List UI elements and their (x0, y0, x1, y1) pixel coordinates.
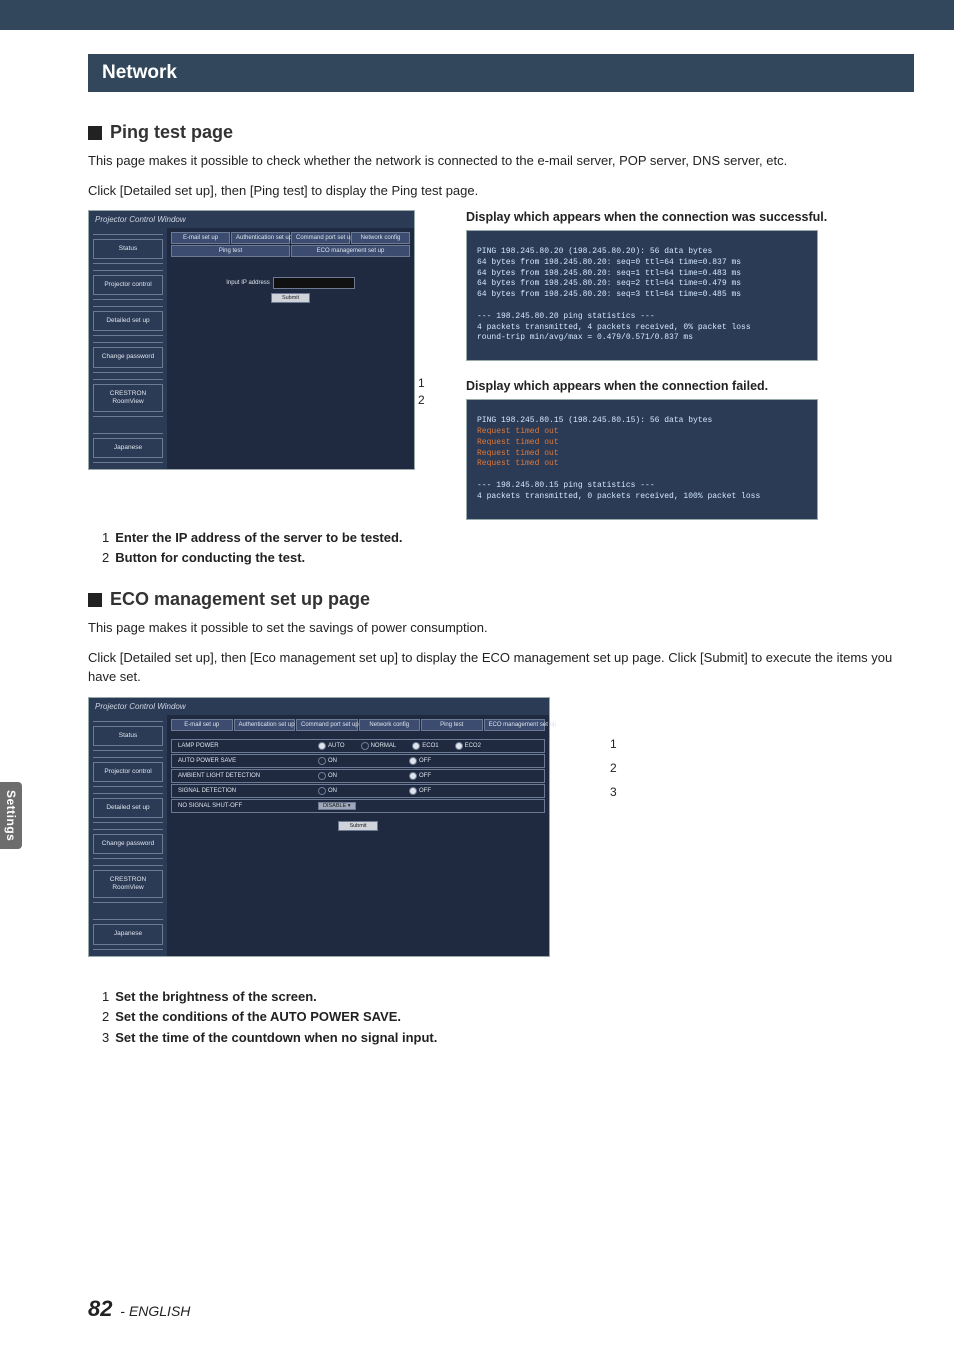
callout-2: 2 (418, 393, 425, 407)
sidebar-crestron[interactable]: CRESTRON RoomView (93, 384, 163, 412)
pcw-title-eco: Projector Control Window (89, 698, 549, 715)
ping-success-terminal: PING 198.245.80.20 (198.245.80.20): 56 d… (466, 230, 818, 361)
projector-control-window-eco: Projector Control Window Status Projecto… (88, 697, 550, 957)
ping-fail-terminal: PING 198.245.80.15 (198.245.80.15): 56 d… (466, 399, 818, 519)
projector-control-window-ping: Projector Control Window Status Projecto… (88, 210, 415, 470)
ping-desc-2: Click [Detailed set up], then [Ping test… (88, 181, 914, 201)
subheader-eco: ECO management set up page (88, 589, 914, 610)
tab-ping-test[interactable]: Ping test (421, 719, 483, 731)
sidebar-status[interactable]: Status (93, 239, 163, 259)
radio-sig-on[interactable]: ON (318, 787, 337, 795)
eco-row-no-signal-shut-off: NO SIGNAL SHUT-OFF DISABLE ▾ (171, 799, 545, 813)
input-ip-field[interactable] (273, 277, 355, 289)
eco-label-lamp: LAMP POWER (178, 743, 318, 749)
radio-aps-off[interactable]: OFF (409, 757, 431, 765)
pcw-title: Projector Control Window (89, 211, 414, 228)
section-header-network: Network (88, 54, 914, 92)
radio-eco2[interactable]: ECO2 (455, 742, 481, 750)
footer-language: ENGLISH (129, 1303, 190, 1319)
eco-row-ambient: AMBIENT LIGHT DETECTION ON OFF (171, 769, 545, 783)
eco-callout-item-2: 2Set the conditions of the AUTO POWER SA… (102, 1007, 914, 1028)
ping-desc-1: This page makes it possible to check whe… (88, 151, 914, 171)
eco-callout-item-1: 1Set the brightness of the screen. (102, 987, 914, 1008)
eco-row-auto-power-save: AUTO POWER SAVE ON OFF (171, 754, 545, 768)
page-footer: 82 - ENGLISH (88, 1296, 190, 1322)
eco-callout-2: 2 (610, 761, 617, 775)
page-number: 82 (88, 1296, 112, 1321)
tab-auth-setup[interactable]: Authentication set up (231, 232, 290, 244)
footer-sep: - (116, 1303, 128, 1319)
sidebar-detailed-setup[interactable]: Detailed set up (93, 798, 163, 818)
tab-eco-setup[interactable]: ECO management set up (291, 245, 410, 257)
radio-normal[interactable]: NORMAL (361, 742, 397, 750)
radio-aps-on[interactable]: ON (318, 757, 337, 765)
ping-callout-item-1: 1Enter the IP address of the server to b… (102, 528, 914, 549)
eco-label-signal: SIGNAL DETECTION (178, 788, 318, 794)
eco-label-ambient: AMBIENT LIGHT DETECTION (178, 773, 318, 779)
tab-email-setup[interactable]: E-mail set up (171, 232, 230, 244)
radio-amb-on[interactable]: ON (318, 772, 337, 780)
eco-callout-3: 3 (610, 785, 617, 799)
sidebar-status[interactable]: Status (93, 726, 163, 746)
subheader-ping-test: Ping test page (88, 122, 914, 143)
eco-label-auto: AUTO POWER SAVE (178, 758, 318, 764)
sidebar-projector-control[interactable]: Projector control (93, 275, 163, 295)
sidebar-change-password[interactable]: Change password (93, 347, 163, 367)
tab-eco-setup[interactable]: ECO management set up (484, 719, 546, 731)
ping-submit-button[interactable]: Submit (271, 293, 310, 303)
display-fail-label: Display which appears when the connectio… (466, 379, 914, 393)
eco-callout-item-3: 3Set the time of the countdown when no s… (102, 1028, 914, 1049)
sidebar-crestron[interactable]: CRESTRON RoomView (93, 870, 163, 898)
eco-row-lamp-power: LAMP POWER AUTO NORMAL ECO1 ECO2 (171, 739, 545, 753)
tab-auth-setup[interactable]: Authentication set up (234, 719, 296, 731)
radio-auto[interactable]: AUTO (318, 742, 345, 750)
tab-network-config[interactable]: Network config (351, 232, 410, 244)
no-signal-select[interactable]: DISABLE ▾ (318, 802, 356, 810)
sidebar-japanese[interactable]: Japanese (93, 924, 163, 944)
subheader-eco-text: ECO management set up page (110, 589, 370, 610)
tab-ping-test[interactable]: Ping test (171, 245, 290, 257)
eco-desc-1: This page makes it possible to set the s… (88, 618, 914, 638)
tab-command-port[interactable]: Command port set up (296, 719, 358, 731)
sidebar-japanese[interactable]: Japanese (93, 438, 163, 458)
tab-command-port[interactable]: Command port set up (291, 232, 350, 244)
eco-label-nosignal: NO SIGNAL SHUT-OFF (178, 803, 318, 809)
eco-row-signal: SIGNAL DETECTION ON OFF (171, 784, 545, 798)
tab-network-config[interactable]: Network config (359, 719, 421, 731)
sidebar-change-password[interactable]: Change password (93, 834, 163, 854)
side-tab-settings: Settings (0, 782, 22, 849)
callout-1: 1 (418, 376, 425, 390)
page-top-bar (0, 0, 954, 30)
eco-callout-1: 1 (610, 737, 617, 751)
pcw-sidebar: Status Projector control Detailed set up… (89, 228, 167, 469)
square-bullet-icon (88, 593, 102, 607)
input-ip-label: Input IP address (226, 280, 270, 286)
sidebar-projector-control[interactable]: Projector control (93, 762, 163, 782)
ping-callout-item-2: 2Button for conducting the test. (102, 548, 914, 569)
eco-submit-button[interactable]: Submit (338, 821, 377, 831)
eco-desc-2: Click [Detailed set up], then [Eco manag… (88, 648, 914, 687)
square-bullet-icon (88, 126, 102, 140)
pcw-sidebar-eco: Status Projector control Detailed set up… (89, 715, 167, 956)
sidebar-detailed-setup[interactable]: Detailed set up (93, 311, 163, 331)
subheader-ping-test-text: Ping test page (110, 122, 233, 143)
radio-amb-off[interactable]: OFF (409, 772, 431, 780)
tab-email-setup[interactable]: E-mail set up (171, 719, 233, 731)
radio-eco1[interactable]: ECO1 (412, 742, 438, 750)
radio-sig-off[interactable]: OFF (409, 787, 431, 795)
display-success-label: Display which appears when the connectio… (466, 210, 914, 224)
